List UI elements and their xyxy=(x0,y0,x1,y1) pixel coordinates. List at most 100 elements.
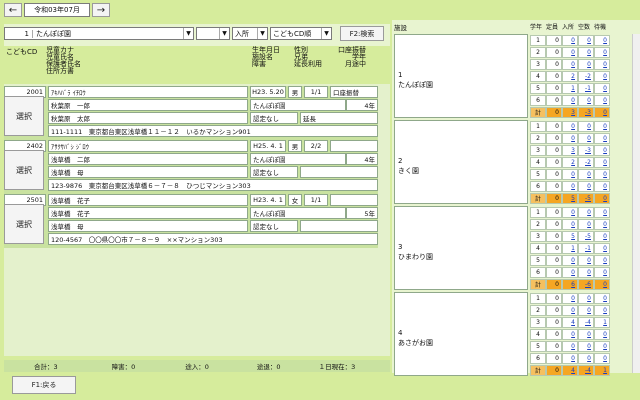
enrolled-cell[interactable]: 6 xyxy=(562,279,578,290)
waiting-cell[interactable]: 0 xyxy=(594,293,610,304)
waiting-cell[interactable]: 0 xyxy=(594,47,610,58)
waiting-cell[interactable]: 0 xyxy=(594,207,610,218)
vacancy-cell[interactable]: 0 xyxy=(578,133,594,144)
vacancy-cell[interactable]: -5 xyxy=(578,193,594,204)
vacancy-cell[interactable]: 0 xyxy=(578,293,594,304)
waiting-cell[interactable]: 1 xyxy=(594,365,610,376)
enrolled-cell[interactable]: 0 xyxy=(562,35,578,46)
nursery-select[interactable]: 1 たんぽぽ園 ▼ xyxy=(4,27,194,40)
enrolled-cell[interactable]: 0 xyxy=(562,121,578,132)
enrolled-cell[interactable]: 1 xyxy=(562,243,578,254)
back-button[interactable]: F1:戻る xyxy=(12,376,76,394)
waiting-cell[interactable]: 0 xyxy=(594,59,610,70)
waiting-cell[interactable]: 0 xyxy=(594,329,610,340)
vacancy-cell[interactable]: -4 xyxy=(578,365,594,376)
select-child-button[interactable]: 選択 xyxy=(4,96,44,136)
enrolled-cell[interactable]: 0 xyxy=(562,219,578,230)
enrolled-cell[interactable]: 2 xyxy=(562,157,578,168)
enrolled-cell[interactable]: 2 xyxy=(562,71,578,82)
enrolled-cell[interactable]: 4 xyxy=(562,317,578,328)
waiting-cell[interactable]: 0 xyxy=(594,341,610,352)
select-child-button[interactable]: 選択 xyxy=(4,204,44,244)
vacancy-cell[interactable]: 0 xyxy=(578,121,594,132)
waiting-cell[interactable]: 0 xyxy=(594,353,610,364)
enrolled-cell[interactable]: 0 xyxy=(562,47,578,58)
vacancy-cell[interactable]: -1 xyxy=(578,243,594,254)
order-select[interactable]: こどもCD順 ▼ xyxy=(270,27,332,40)
enrolled-cell[interactable]: 0 xyxy=(562,95,578,106)
vacancy-cell[interactable]: 0 xyxy=(578,305,594,316)
vacancy-cell[interactable]: 0 xyxy=(578,255,594,266)
waiting-cell[interactable]: 0 xyxy=(594,193,610,204)
waiting-cell[interactable]: 0 xyxy=(594,219,610,230)
vacancy-cell[interactable]: -5 xyxy=(578,231,594,242)
enrolled-cell[interactable]: 0 xyxy=(562,133,578,144)
enrolled-cell[interactable]: 5 xyxy=(562,193,578,204)
waiting-cell[interactable]: 0 xyxy=(594,231,610,242)
waiting-cell[interactable]: 0 xyxy=(594,255,610,266)
vacancy-cell[interactable]: 0 xyxy=(578,35,594,46)
vacancy-cell[interactable]: 0 xyxy=(578,341,594,352)
enrolled-cell[interactable]: 0 xyxy=(562,293,578,304)
waiting-cell[interactable]: 0 xyxy=(594,133,610,144)
waiting-cell[interactable]: 0 xyxy=(594,35,610,46)
vacancy-cell[interactable]: 0 xyxy=(578,47,594,58)
nursery-info: 4 あさがお園 xyxy=(394,292,528,376)
enrolled-cell[interactable]: 0 xyxy=(562,207,578,218)
child-disability: 認定なし xyxy=(250,112,298,124)
waiting-cell[interactable]: 0 xyxy=(594,243,610,254)
vacancy-cell[interactable]: 0 xyxy=(578,267,594,278)
vacancy-cell[interactable]: 0 xyxy=(578,207,594,218)
nursery-block: 4 あさがお園 1 0 0 0 0 2 0 0 0 0 3 0 4 -4 1 4 0 0 0 0 5 0 0 0 0 6 0 0 0 0 計 0 4… xyxy=(394,292,626,376)
enrolled-cell[interactable]: 0 xyxy=(562,181,578,192)
enrolled-cell[interactable]: 0 xyxy=(562,305,578,316)
waiting-cell[interactable]: 0 xyxy=(594,83,610,94)
search-button[interactable]: F2:検索 xyxy=(340,26,384,41)
enrolled-cell[interactable]: 0 xyxy=(562,255,578,266)
waiting-cell[interactable]: 0 xyxy=(594,121,610,132)
next-month-button[interactable]: → xyxy=(92,3,110,17)
waiting-cell[interactable]: 1 xyxy=(594,317,610,328)
enrolled-cell[interactable]: 1 xyxy=(562,83,578,94)
vacancy-cell[interactable]: 0 xyxy=(578,95,594,106)
waiting-cell[interactable]: 0 xyxy=(594,95,610,106)
waiting-cell[interactable]: 0 xyxy=(594,71,610,82)
vacancy-cell[interactable]: -3 xyxy=(578,107,594,118)
waiting-cell[interactable]: 0 xyxy=(594,169,610,180)
vacancy-cell[interactable]: -6 xyxy=(578,279,594,290)
vacancy-cell[interactable]: -4 xyxy=(578,317,594,328)
extra-select[interactable]: ▼ xyxy=(196,27,230,40)
enrolled-cell[interactable]: 0 xyxy=(562,353,578,364)
enrolled-cell[interactable]: 0 xyxy=(562,329,578,340)
enrolled-cell[interactable]: 4 xyxy=(562,365,578,376)
enrolled-cell[interactable]: 3 xyxy=(562,107,578,118)
waiting-cell[interactable]: 0 xyxy=(594,181,610,192)
vacancy-cell[interactable]: 0 xyxy=(578,59,594,70)
waiting-cell[interactable]: 0 xyxy=(594,157,610,168)
waiting-cell[interactable]: 0 xyxy=(594,145,610,156)
vacancy-cell[interactable]: -1 xyxy=(578,83,594,94)
vacancy-cell[interactable]: 0 xyxy=(578,329,594,340)
enrolled-cell[interactable]: 0 xyxy=(562,169,578,180)
status-select[interactable]: 入所 ▼ xyxy=(232,27,268,40)
waiting-cell[interactable]: 0 xyxy=(594,267,610,278)
prev-month-button[interactable]: ← xyxy=(4,3,22,17)
waiting-cell[interactable]: 0 xyxy=(594,279,610,290)
select-child-button[interactable]: 選択 xyxy=(4,150,44,190)
waiting-cell[interactable]: 0 xyxy=(594,107,610,118)
vacancy-cell[interactable]: 0 xyxy=(578,169,594,180)
enrolled-cell[interactable]: 0 xyxy=(562,59,578,70)
enrolled-cell[interactable]: 0 xyxy=(562,267,578,278)
vacancy-cell[interactable]: -2 xyxy=(578,157,594,168)
waiting-cell[interactable]: 0 xyxy=(594,305,610,316)
vacancy-cell[interactable]: 0 xyxy=(578,353,594,364)
scrollbar[interactable] xyxy=(632,34,640,373)
vacancy-cell[interactable]: -2 xyxy=(578,71,594,82)
vacancy-cell[interactable]: 0 xyxy=(578,181,594,192)
grade-row: 60000 xyxy=(530,181,610,192)
vacancy-cell[interactable]: 0 xyxy=(578,219,594,230)
enrolled-cell[interactable]: 0 xyxy=(562,341,578,352)
enrolled-cell[interactable]: 5 xyxy=(562,231,578,242)
vacancy-cell[interactable]: -3 xyxy=(578,145,594,156)
enrolled-cell[interactable]: 3 xyxy=(562,145,578,156)
